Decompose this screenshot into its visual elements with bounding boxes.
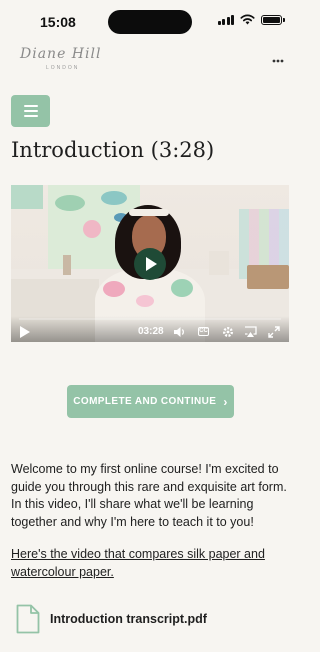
- status-bar: 15:08: [0, 0, 300, 44]
- battery-icon: [261, 14, 285, 25]
- video-scene: [103, 281, 125, 297]
- volume-icon[interactable]: [173, 325, 186, 338]
- video-scene: [129, 209, 169, 216]
- video-scene: [171, 279, 193, 297]
- status-time: 15:08: [40, 14, 76, 30]
- captions-icon[interactable]: CC: [197, 325, 210, 338]
- comparison-video-link[interactable]: Here's the video that compares silk pape…: [11, 546, 289, 581]
- attachment-filename[interactable]: Introduction transcript.pdf: [50, 612, 207, 626]
- video-time: 03:28: [138, 326, 164, 337]
- video-scene: [83, 220, 101, 238]
- airplay-icon[interactable]: [244, 325, 257, 338]
- attachment-item[interactable]: Introduction transcript.pdf: [16, 604, 207, 634]
- video-scene: [136, 295, 154, 307]
- settings-gear-icon[interactable]: [221, 325, 234, 338]
- lesson-description: Welcome to my first online course! I'm e…: [11, 462, 287, 529]
- app-header: Diane Hill LONDON: [0, 44, 300, 78]
- video-scene: [63, 255, 71, 275]
- lesson-title: Introduction (3:28): [11, 138, 215, 162]
- captions-label: CC: [198, 327, 209, 336]
- wifi-icon: [240, 14, 255, 25]
- document-icon: [16, 604, 40, 634]
- video-player[interactable]: 03:28 CC: [11, 185, 289, 342]
- video-scene: [101, 191, 127, 205]
- status-icons: [217, 14, 285, 25]
- video-play-button[interactable]: [134, 248, 166, 280]
- video-controls: 03:28 CC: [11, 316, 289, 342]
- chevron-right-icon: ›: [223, 394, 228, 409]
- video-scene: [55, 195, 85, 211]
- video-progress-bar[interactable]: [19, 318, 281, 320]
- play-icon: [146, 257, 157, 271]
- control-play-icon[interactable]: [20, 326, 30, 338]
- brand-logo[interactable]: Diane Hill: [20, 46, 101, 62]
- complete-and-continue-button[interactable]: COMPLETE AND CONTINUE ›: [67, 385, 234, 418]
- video-scene: [209, 251, 229, 275]
- menu-line-icon: [23, 105, 38, 107]
- more-options-button[interactable]: [272, 50, 284, 68]
- signal-icon: [217, 14, 234, 25]
- video-scene: [247, 265, 289, 289]
- fullscreen-icon[interactable]: [267, 325, 280, 338]
- dynamic-island: [108, 10, 192, 34]
- more-dots-icon: [272, 59, 284, 63]
- menu-line-icon: [23, 110, 38, 112]
- brand-logo-sub: LONDON: [46, 65, 80, 71]
- menu-line-icon: [23, 115, 38, 117]
- video-scene: [11, 185, 43, 209]
- complete-button-label: COMPLETE AND CONTINUE: [73, 396, 217, 407]
- hamburger-menu-button[interactable]: [11, 95, 50, 127]
